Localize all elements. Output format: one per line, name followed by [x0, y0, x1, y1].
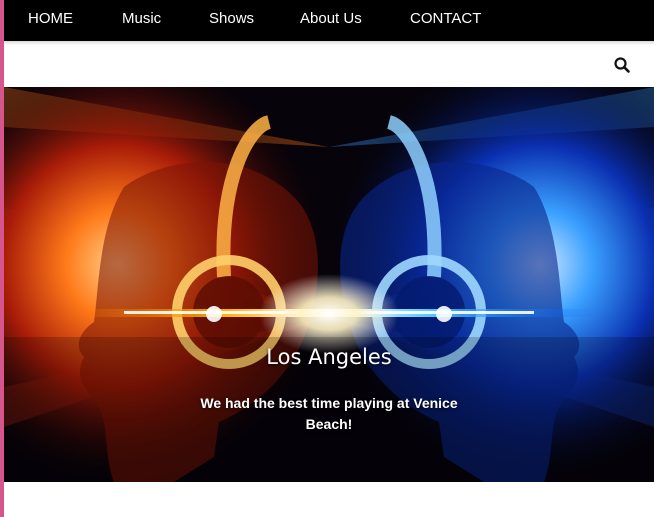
nav-item-shows[interactable]: Shows: [209, 10, 254, 28]
nav-item-contact[interactable]: CONTACT: [410, 10, 481, 28]
search-button[interactable]: [612, 55, 632, 75]
slide-caption-title: Los Angeles: [266, 345, 392, 369]
nav-item-about-us[interactable]: About Us: [300, 10, 362, 28]
search-icon: [614, 57, 630, 73]
hero-slider: Los Angeles We had the best time playing…: [4, 87, 654, 482]
main-navbar: HOME Music Shows About Us CONTACT: [4, 0, 654, 41]
nav-item-home[interactable]: HOME: [28, 10, 73, 28]
nav-item-music[interactable]: Music: [122, 10, 161, 28]
navbar-shadow: [4, 41, 654, 45]
slide-caption-text: We had the best time playing at Venice B…: [200, 395, 458, 432]
